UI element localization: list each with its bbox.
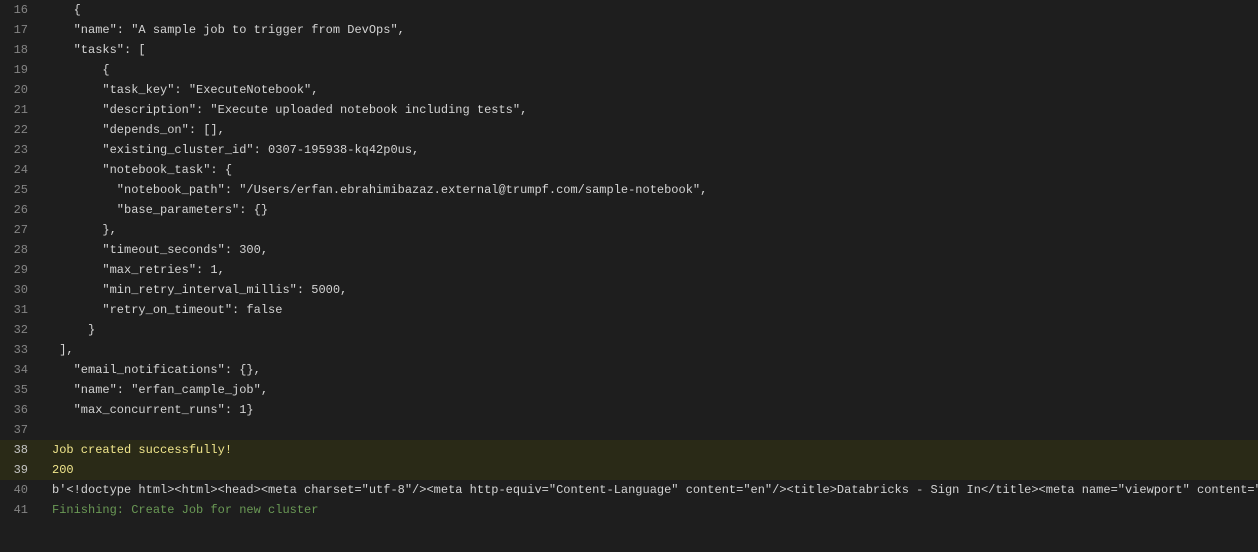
line-content: "description": "Execute uploaded noteboo… [40,100,527,120]
line-number: 20 [0,80,40,100]
code-line[interactable]: 26 "base_parameters": {} [0,200,1258,220]
line-content: "max_concurrent_runs": 1} [40,400,254,420]
code-line[interactable]: 22 "depends_on": [], [0,120,1258,140]
line-number: 29 [0,260,40,280]
code-line[interactable]: 41 Finishing: Create Job for new cluster [0,500,1258,520]
line-content: "max_retries": 1, [40,260,225,280]
code-line[interactable]: 19 { [0,60,1258,80]
line-number: 24 [0,160,40,180]
line-content-status: 200 [40,460,74,480]
code-line[interactable]: 33 ], [0,340,1258,360]
code-line[interactable]: 36 "max_concurrent_runs": 1} [0,400,1258,420]
line-number: 37 [0,420,40,440]
code-line[interactable]: 23 "existing_cluster_id": 0307-195938-kq… [0,140,1258,160]
line-content: { [40,60,110,80]
line-content: { [40,0,81,20]
line-content-finishing: Finishing: Create Job for new cluster [40,500,318,520]
line-content: ], [40,340,74,360]
line-content: "tasks": [ [40,40,146,60]
line-content: "timeout_seconds": 300, [40,240,268,260]
code-line[interactable]: 31 "retry_on_timeout": false [0,300,1258,320]
line-number: 36 [0,400,40,420]
code-line[interactable]: 34 "email_notifications": {}, [0,360,1258,380]
line-number: 19 [0,60,40,80]
code-line[interactable]: 17 "name": "A sample job to trigger from… [0,20,1258,40]
line-number: 27 [0,220,40,240]
code-line[interactable]: 40 b'<!doctype html><html><head><meta ch… [0,480,1258,500]
line-number: 33 [0,340,40,360]
line-number: 26 [0,200,40,220]
code-line[interactable]: 28 "timeout_seconds": 300, [0,240,1258,260]
line-content: }, [40,220,117,240]
line-content: "depends_on": [], [40,120,225,140]
line-number: 38 [0,440,40,460]
line-number: 25 [0,180,40,200]
line-content: "name": "erfan_cample_job", [40,380,268,400]
line-content: "min_retry_interval_millis": 5000, [40,280,347,300]
code-line[interactable]: 21 "description": "Execute uploaded note… [0,100,1258,120]
code-line[interactable]: 29 "max_retries": 1, [0,260,1258,280]
line-content-html: b'<!doctype html><html><head><meta chars… [40,480,1258,500]
line-number: 40 [0,480,40,500]
line-content: "existing_cluster_id": 0307-195938-kq42p… [40,140,419,160]
code-line[interactable]: 16 { [0,0,1258,20]
line-number: 18 [0,40,40,60]
code-line[interactable]: 37 [0,420,1258,440]
line-number: 39 [0,460,40,480]
code-line[interactable]: 20 "task_key": "ExecuteNotebook", [0,80,1258,100]
code-line-highlighted[interactable]: 39 200 [0,460,1258,480]
code-line[interactable]: 30 "min_retry_interval_millis": 5000, [0,280,1258,300]
code-line-highlighted[interactable]: 38 Job created successfully! [0,440,1258,460]
line-number: 30 [0,280,40,300]
line-number: 21 [0,100,40,120]
code-line[interactable]: 24 "notebook_task": { [0,160,1258,180]
line-number: 23 [0,140,40,160]
code-editor[interactable]: 16 { 17 "name": "A sample job to trigger… [0,0,1258,552]
line-content: "base_parameters": {} [40,200,268,220]
line-number: 31 [0,300,40,320]
line-number: 22 [0,120,40,140]
line-content: "name": "A sample job to trigger from De… [40,20,405,40]
line-number: 28 [0,240,40,260]
code-line[interactable]: 27 }, [0,220,1258,240]
code-line[interactable]: 25 "notebook_path": "/Users/erfan.ebrahi… [0,180,1258,200]
line-content: "email_notifications": {}, [40,360,261,380]
line-number: 17 [0,20,40,40]
line-number: 34 [0,360,40,380]
line-content: } [40,320,95,340]
code-line[interactable]: 32 } [0,320,1258,340]
line-content-success: Job created successfully! [40,440,232,460]
line-content: "retry_on_timeout": false [40,300,282,320]
line-content: "notebook_task": { [40,160,232,180]
line-content: "task_key": "ExecuteNotebook", [40,80,318,100]
line-number: 35 [0,380,40,400]
line-number: 41 [0,500,40,520]
line-number: 32 [0,320,40,340]
code-line[interactable]: 18 "tasks": [ [0,40,1258,60]
line-content: "notebook_path": "/Users/erfan.ebrahimib… [40,180,707,200]
code-line[interactable]: 35 "name": "erfan_cample_job", [0,380,1258,400]
line-number: 16 [0,0,40,20]
